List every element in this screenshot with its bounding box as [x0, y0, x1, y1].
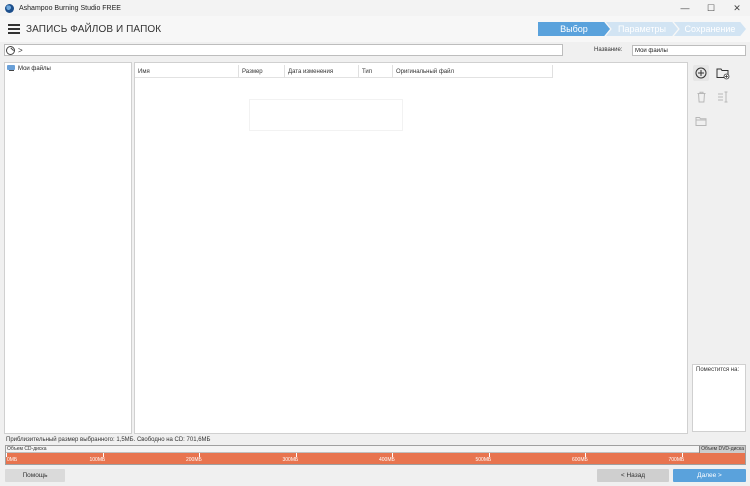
cd-capacity-label: Объем CD-диска — [7, 446, 47, 452]
step-save[interactable]: Сохранение — [674, 22, 746, 36]
step-parameters[interactable]: Параметры — [606, 22, 678, 36]
step-select[interactable]: Выбор — [538, 22, 610, 36]
name-label: Название: — [594, 47, 623, 53]
size-info-text: Приблизительный размер выбранного: 1,5МБ… — [6, 437, 211, 443]
back-button[interactable]: < Назад — [597, 469, 669, 482]
dvd-capacity-label: Объем DVD-диска — [699, 446, 745, 453]
capacity-tick-label: 400МБ — [379, 457, 395, 463]
fits-on-label: Поместится на: — [696, 367, 740, 373]
disc-folder-icon — [7, 65, 16, 72]
page-title: ЗАПИСЬ ФАЙЛОВ И ПАПОК — [26, 24, 162, 35]
capacity-tick-label: 700МБ — [668, 457, 685, 463]
folder-open-icon — [695, 116, 707, 126]
close-button[interactable]: ✕ — [724, 0, 750, 16]
rename-button[interactable] — [715, 89, 731, 105]
header: ЗАПИСЬ ФАЙЛОВ И ПАПОК Выбор Параметры Со… — [0, 16, 750, 42]
add-files-button[interactable] — [693, 65, 709, 81]
column-name[interactable]: Имя — [135, 65, 239, 78]
capacity-tick-label: 100МБ — [89, 457, 106, 463]
column-type[interactable]: Тип — [359, 65, 393, 78]
title-bar: Ashampoo Burning Studio FREE — ☐ ✕ — [0, 0, 750, 16]
app-logo-icon — [5, 3, 14, 13]
menu-icon[interactable] — [8, 24, 20, 34]
window-title: Ashampoo Burning Studio FREE — [19, 4, 121, 12]
file-list[interactable]: Имя Размер Дата изменения Тип Оригинальн… — [134, 62, 688, 434]
fits-on-panel: Поместится на: — [692, 364, 746, 432]
folder-add-icon — [716, 68, 730, 79]
capacity-bar: Объем CD-диска Объем DVD-диска 0МБ 100МБ 2… — [5, 445, 746, 465]
trash-icon — [697, 91, 705, 103]
column-original-file[interactable]: Оригинальный файл — [393, 65, 553, 78]
maximize-button[interactable]: ☐ — [698, 0, 724, 16]
column-date-modified[interactable]: Дата изменения — [285, 65, 359, 78]
capacity-tick-label: 300МБ — [282, 457, 299, 463]
rename-icon — [717, 91, 727, 103]
capacity-tick-label: 200МБ — [186, 457, 202, 463]
name-input[interactable] — [632, 45, 746, 56]
minimize-button[interactable]: — — [672, 0, 698, 16]
next-button[interactable]: Далее > — [673, 469, 746, 482]
tree-item-label: Мои файлы — [18, 65, 51, 72]
plus-circle-icon — [695, 67, 707, 79]
capacity-tick-label: 0МБ — [7, 457, 18, 463]
chevron-right-icon[interactable]: > — [18, 46, 23, 55]
column-size[interactable]: Размер — [239, 65, 285, 78]
delete-button[interactable] — [693, 89, 709, 105]
wizard-steps: Выбор Параметры Сохранение — [538, 22, 746, 36]
capacity-tick-label: 600МБ — [572, 457, 588, 463]
history-icon[interactable] — [6, 45, 15, 55]
open-folder-button[interactable] — [693, 113, 709, 129]
capacity-tick-label: 500МБ — [475, 457, 492, 463]
tree-item-my-files[interactable]: Мои файлы — [7, 65, 51, 72]
capacity-fill — [6, 453, 745, 464]
column-headers: Имя Размер Дата изменения Тип Оригинальн… — [135, 65, 553, 78]
path-bar[interactable]: > — [4, 44, 563, 56]
folder-tree[interactable]: Мои файлы — [4, 62, 132, 434]
drop-hint-box — [249, 99, 403, 131]
help-button[interactable]: Помощь — [5, 469, 65, 482]
add-folder-button[interactable] — [715, 65, 731, 81]
